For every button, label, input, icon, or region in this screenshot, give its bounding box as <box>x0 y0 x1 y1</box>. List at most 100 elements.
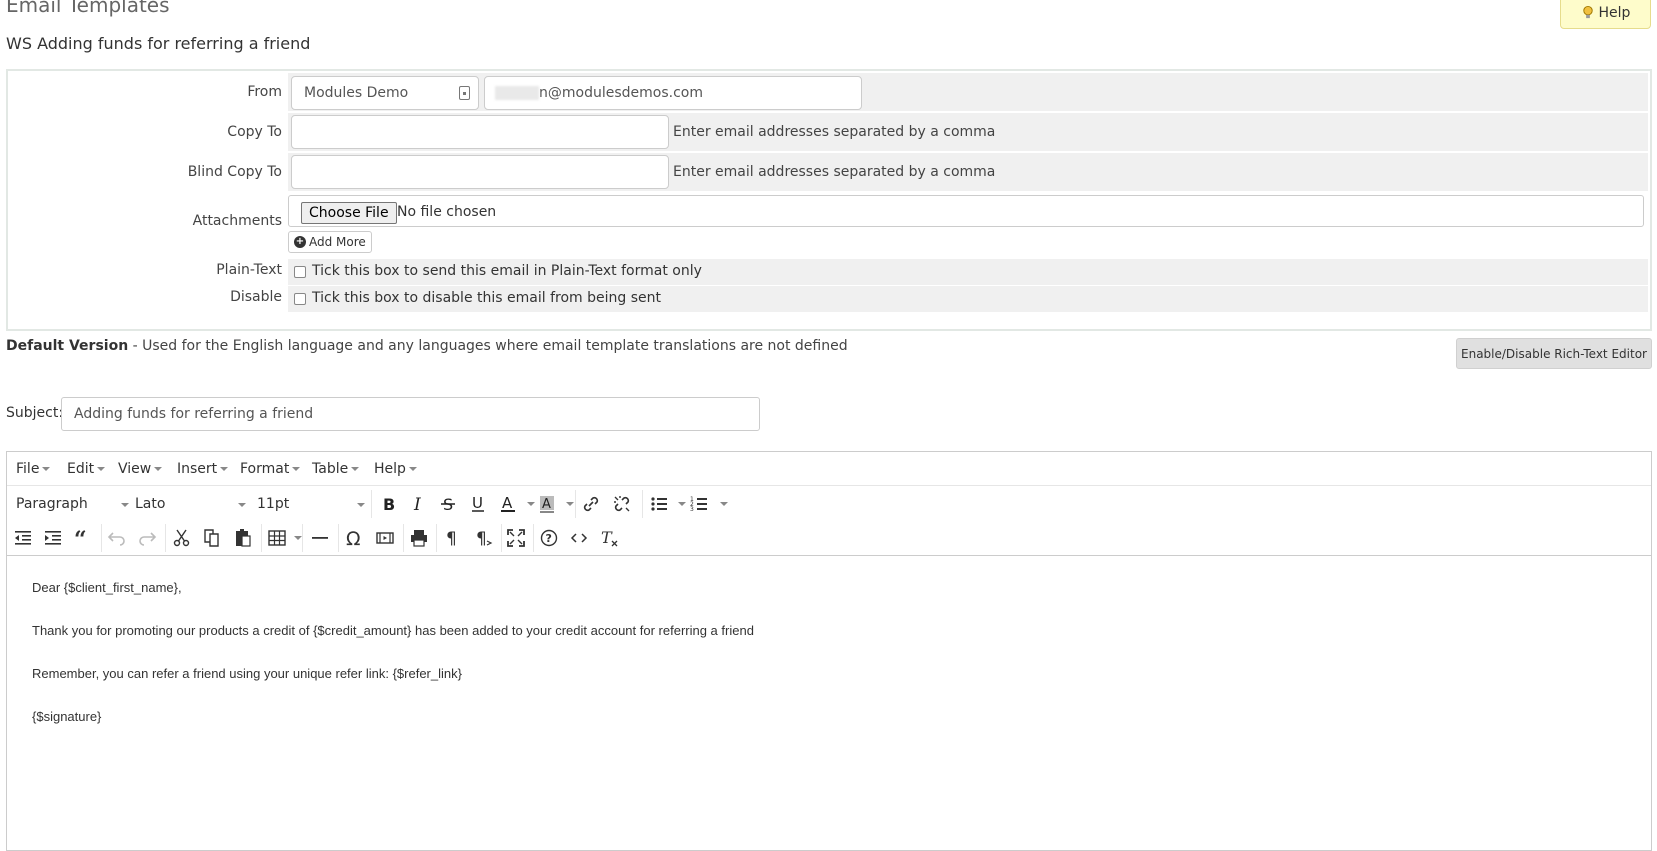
scissors-icon <box>173 529 190 547</box>
italic-icon: I <box>413 495 421 514</box>
menu-file[interactable]: File <box>16 461 51 477</box>
disable-row: Disable Tick this box to disable this em… <box>8 286 1650 312</box>
menu-table-label: Table <box>312 461 349 477</box>
question-circle-icon: ? <box>540 529 558 547</box>
print-button[interactable] <box>407 526 431 550</box>
subject-input[interactable]: Adding funds for referring a friend <box>61 397 760 431</box>
menu-edit[interactable]: Edit <box>67 461 106 477</box>
svg-text:U: U <box>472 494 483 512</box>
menu-insert[interactable]: Insert <box>177 461 229 477</box>
paragraph-rtl-icon: ¶ <box>476 529 493 548</box>
clear-formatting-button[interactable]: T <box>597 526 621 550</box>
menu-help[interactable]: Help <box>374 461 417 477</box>
plain-text-row: Plain-Text Tick this box to send this em… <box>8 259 1650 285</box>
toolbar-separator <box>338 524 339 552</box>
chevron-down-icon <box>154 467 163 471</box>
code-icon <box>570 533 588 543</box>
insert-link-button[interactable] <box>579 492 603 516</box>
italic-button[interactable]: I <box>406 492 430 516</box>
bcc-input[interactable] <box>291 155 669 189</box>
fullscreen-icon <box>507 529 525 547</box>
disable-hint: Tick this box to disable this email from… <box>312 290 661 306</box>
media-button[interactable] <box>373 526 397 550</box>
remove-link-button[interactable] <box>610 492 634 516</box>
chevron-down-icon[interactable] <box>678 502 686 506</box>
from-label: From <box>247 84 282 100</box>
chevron-down-icon <box>357 503 365 507</box>
indent-button[interactable] <box>41 526 65 550</box>
help-button[interactable]: Help <box>1560 0 1651 29</box>
ltr-button[interactable]: ¶ <box>441 526 465 550</box>
toggle-rich-text-button[interactable]: Enable/Disable Rich-Text Editor <box>1456 338 1652 369</box>
bullet-list-button[interactable] <box>647 492 671 516</box>
font-size-dropdown[interactable]: 11pt <box>257 496 365 512</box>
body-paragraph: Remember, you can refer a friend using y… <box>32 666 462 681</box>
menu-view[interactable]: View <box>118 461 163 477</box>
copy-to-input[interactable] <box>291 115 669 149</box>
clear-formatting-icon: T <box>601 528 618 547</box>
choose-file-button[interactable]: Choose File <box>301 202 397 224</box>
no-file-text: No file chosen <box>397 204 497 220</box>
rtl-button[interactable]: ¶ <box>471 526 495 550</box>
chevron-down-icon[interactable] <box>527 502 535 506</box>
bold-button[interactable]: B <box>376 492 400 516</box>
horizontal-rule-icon <box>312 537 328 539</box>
menu-file-label: File <box>16 461 40 477</box>
cut-button[interactable] <box>170 526 194 550</box>
background-color-button[interactable]: A <box>535 492 559 516</box>
chevron-down-icon[interactable] <box>720 502 728 506</box>
chevron-down-icon <box>220 467 229 471</box>
chevron-down-icon[interactable] <box>294 536 302 540</box>
editor-content[interactable]: Dear {$client_first_name}, Thank you for… <box>32 577 754 749</box>
default-version-bold: Default Version <box>6 338 129 354</box>
blockquote-icon: “ <box>74 528 87 548</box>
numbered-list-button[interactable]: 123 <box>687 492 711 516</box>
paste-button[interactable] <box>231 526 255 550</box>
fullscreen-button[interactable] <box>504 526 528 550</box>
chevron-down-icon[interactable] <box>566 502 574 506</box>
plain-text-checkbox[interactable] <box>294 266 306 278</box>
bcc-hint: Enter email addresses separated by a com… <box>673 164 996 180</box>
text-color-button[interactable]: A <box>496 492 520 516</box>
menu-view-label: View <box>118 461 152 477</box>
background-color-icon: A <box>540 496 554 513</box>
redacted-block <box>495 86 539 100</box>
strikethrough-button[interactable]: S <box>436 492 460 516</box>
svg-text:I: I <box>413 495 421 514</box>
source-code-button[interactable] <box>567 526 591 550</box>
help-label: Help <box>1598 4 1631 21</box>
chevron-down-icon <box>42 467 51 471</box>
font-size-value: 11pt <box>257 496 290 512</box>
menu-format[interactable]: Format <box>240 461 301 477</box>
block-format-value: Paragraph <box>16 496 88 512</box>
file-input[interactable]: Choose File No file chosen <box>288 195 1644 227</box>
undo-button[interactable] <box>105 526 129 550</box>
font-family-dropdown[interactable]: Lato <box>135 496 246 512</box>
block-format-dropdown[interactable]: Paragraph <box>16 496 129 512</box>
copy-button[interactable] <box>200 526 224 550</box>
menu-table[interactable]: Table <box>312 461 360 477</box>
blockquote-button[interactable]: “ <box>71 526 95 550</box>
from-row: From Modules Demo n@modulesdemos.com <box>8 73 1650 111</box>
underline-button[interactable]: U <box>466 492 490 516</box>
paste-icon <box>236 529 251 547</box>
add-more-button[interactable]: + Add More <box>288 231 372 253</box>
disable-checkbox[interactable] <box>294 293 306 305</box>
table-button[interactable] <box>265 526 289 550</box>
toolbar-separator <box>642 490 643 518</box>
help-editor-button[interactable]: ? <box>537 526 561 550</box>
plain-text-label: Plain-Text <box>216 262 282 278</box>
toolbar-separator <box>261 524 262 552</box>
redo-button[interactable] <box>135 526 159 550</box>
outdent-button[interactable] <box>11 526 35 550</box>
special-character-button[interactable]: Ω <box>343 526 367 550</box>
contact-card-icon <box>459 86 470 100</box>
bold-icon: B <box>383 495 395 514</box>
svg-text:3: 3 <box>690 506 694 513</box>
toolbar-separator <box>302 524 303 552</box>
table-icon <box>268 530 286 546</box>
font-family-value: Lato <box>135 496 166 512</box>
from-email-input[interactable]: n@modulesdemos.com <box>484 76 862 110</box>
horizontal-rule-button[interactable] <box>308 526 332 550</box>
from-name-input[interactable]: Modules Demo <box>291 76 479 110</box>
